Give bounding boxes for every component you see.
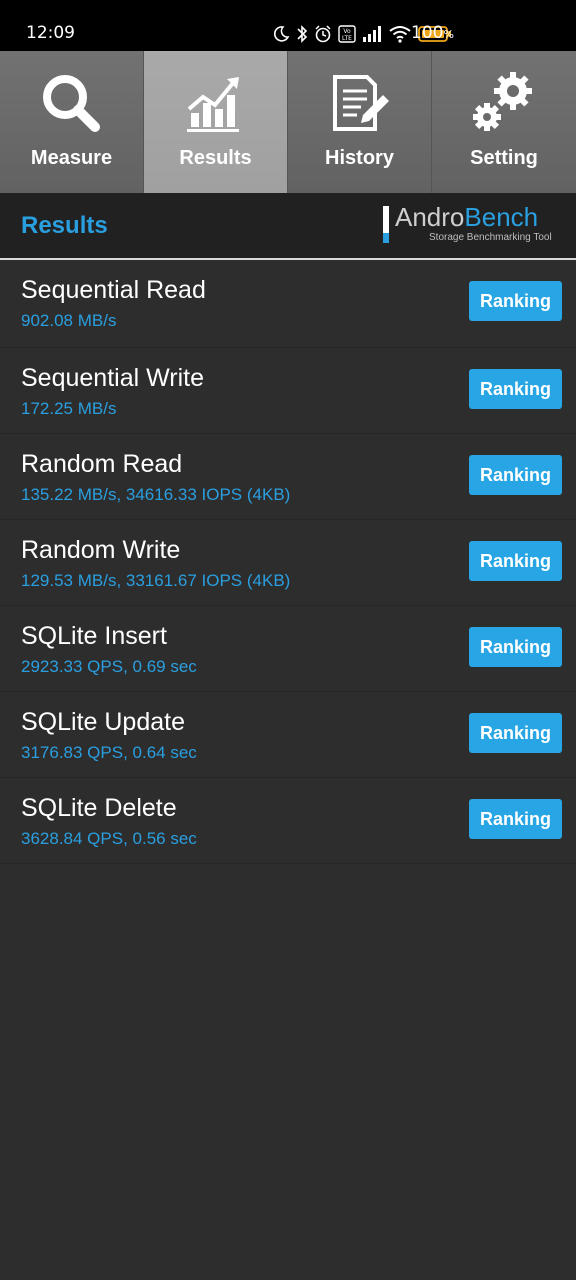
magnifier-icon bbox=[42, 75, 100, 132]
benchmark-name: SQLite Insert bbox=[21, 622, 167, 650]
alarm-icon bbox=[315, 25, 331, 43]
list-item: Random Read 135.22 MB/s, 34616.33 IOPS (… bbox=[0, 434, 576, 520]
signal-icon bbox=[363, 26, 381, 42]
benchmark-value: 172.25 MB/s bbox=[21, 399, 117, 418]
list-item: SQLite Insert 2923.33 QPS, 0.69 sec Rank… bbox=[0, 606, 576, 692]
logo-tagline: Storage Benchmarking Tool bbox=[429, 232, 552, 243]
benchmark-value: 3176.83 QPS, 0.64 sec bbox=[21, 743, 197, 762]
ranking-button[interactable]: Ranking bbox=[469, 369, 562, 409]
list-item: Sequential Write 172.25 MB/s Ranking bbox=[0, 348, 576, 434]
tab-history[interactable]: History bbox=[288, 51, 432, 193]
status-time: 12:09 bbox=[26, 23, 75, 43]
bluetooth-icon bbox=[297, 25, 308, 43]
benchmark-value: 129.53 MB/s, 33161.67 IOPS (4KB) bbox=[21, 571, 291, 590]
benchmark-value: 135.22 MB/s, 34616.33 IOPS (4KB) bbox=[21, 485, 291, 504]
tab-label: Results bbox=[179, 147, 252, 169]
benchmark-name: SQLite Update bbox=[21, 708, 185, 736]
benchmark-value: 902.08 MB/s bbox=[21, 311, 117, 330]
battery-percent: 100% bbox=[411, 23, 454, 43]
ranking-button[interactable]: Ranking bbox=[469, 281, 562, 321]
moon-icon bbox=[273, 26, 290, 42]
results-list: Sequential Read 902.08 MB/s Ranking Sequ… bbox=[0, 260, 576, 864]
benchmark-name: Sequential Read bbox=[21, 276, 206, 304]
benchmark-value: 3628.84 QPS, 0.56 sec bbox=[21, 829, 197, 848]
wifi-icon bbox=[389, 26, 411, 43]
benchmark-name: Sequential Write bbox=[21, 364, 204, 392]
ranking-button[interactable]: Ranking bbox=[469, 713, 562, 753]
document-pencil-icon bbox=[332, 75, 389, 131]
chart-icon bbox=[186, 77, 239, 132]
androbench-logo: AndroBench Storage Benchmarking Tool bbox=[383, 202, 563, 246]
ranking-button[interactable]: Ranking bbox=[469, 627, 562, 667]
ranking-button[interactable]: Ranking bbox=[469, 541, 562, 581]
volte-icon: VoLTE bbox=[338, 25, 356, 43]
gears-icon bbox=[473, 72, 532, 131]
tab-results[interactable]: Results bbox=[144, 51, 288, 193]
list-item: SQLite Update 3176.83 QPS, 0.64 sec Rank… bbox=[0, 692, 576, 778]
ranking-button[interactable]: Ranking bbox=[469, 799, 562, 839]
tab-bar: Measure Results History Setting bbox=[0, 51, 576, 193]
status-bar: 12:09 Vo LTE 100% bbox=[0, 0, 576, 51]
logo-wordmark: AndroBench bbox=[395, 202, 539, 232]
page-title: Results bbox=[21, 212, 108, 239]
list-item: Random Write 129.53 MB/s, 33161.67 IOPS … bbox=[0, 520, 576, 606]
benchmark-name: SQLite Delete bbox=[21, 794, 177, 822]
logo-bar bbox=[383, 206, 389, 243]
svg-text:Vo: Vo bbox=[343, 28, 351, 35]
tab-label: History bbox=[325, 147, 394, 169]
tab-label: Setting bbox=[470, 147, 538, 169]
tab-measure[interactable]: Measure bbox=[0, 51, 144, 193]
benchmark-name: Random Write bbox=[21, 536, 181, 564]
tab-setting[interactable]: Setting bbox=[432, 51, 576, 193]
svg-text:LTE: LTE bbox=[342, 35, 352, 42]
tab-label: Measure bbox=[30, 147, 113, 169]
benchmark-name: Random Read bbox=[21, 450, 183, 478]
ranking-button[interactable]: Ranking bbox=[469, 455, 562, 495]
list-item: Sequential Read 902.08 MB/s Ranking bbox=[0, 260, 576, 348]
list-item: SQLite Delete 3628.84 QPS, 0.56 sec Rank… bbox=[0, 778, 576, 864]
benchmark-value: 2923.33 QPS, 0.69 sec bbox=[21, 657, 197, 676]
